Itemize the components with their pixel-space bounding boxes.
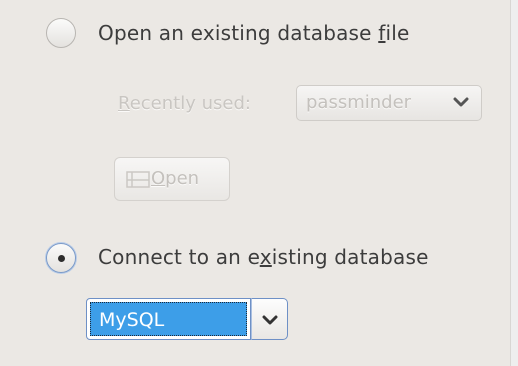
recently-used-label: Recently used: — [118, 93, 251, 114]
connect-label-text-end: isting database — [271, 245, 429, 269]
open-file-label-text: Open an existing database — [98, 21, 379, 45]
open-file-label-text-end: ile — [385, 21, 410, 45]
database-type-dropdown-button[interactable] — [251, 298, 288, 340]
connect-database-radio[interactable] — [46, 243, 76, 273]
open-file-label[interactable]: Open an existing database file — [98, 21, 410, 45]
open-folder-icon — [126, 171, 150, 188]
chevron-down-icon — [262, 310, 278, 328]
database-choice-panel: Open an existing database file Recently … — [0, 0, 511, 366]
radio-selected-dot — [58, 255, 65, 262]
open-button-mnemonic: O — [151, 168, 166, 189]
open-button-text: pen — [165, 168, 200, 189]
recently-used-text: ecently used: — [129, 93, 251, 114]
database-type-entry[interactable]: MySQL — [86, 298, 251, 340]
chevron-down-icon — [453, 94, 469, 112]
recently-used-value: passminder — [306, 92, 412, 113]
database-type-combo[interactable]: MySQL — [86, 298, 288, 340]
open-file-label-mnemonic: f — [378, 21, 386, 45]
open-button[interactable]: Open — [114, 157, 230, 201]
recently-used-mnemonic: R — [118, 93, 130, 114]
connect-label-mnemonic: x — [259, 245, 272, 269]
connect-label-text: Connect to an e — [98, 245, 260, 269]
open-button-label: Open — [151, 168, 199, 189]
recently-used-combo[interactable]: passminder — [296, 85, 482, 121]
database-type-value: MySQL — [90, 302, 247, 336]
connect-database-label[interactable]: Connect to an existing database — [98, 245, 429, 269]
open-file-radio[interactable] — [46, 18, 76, 48]
